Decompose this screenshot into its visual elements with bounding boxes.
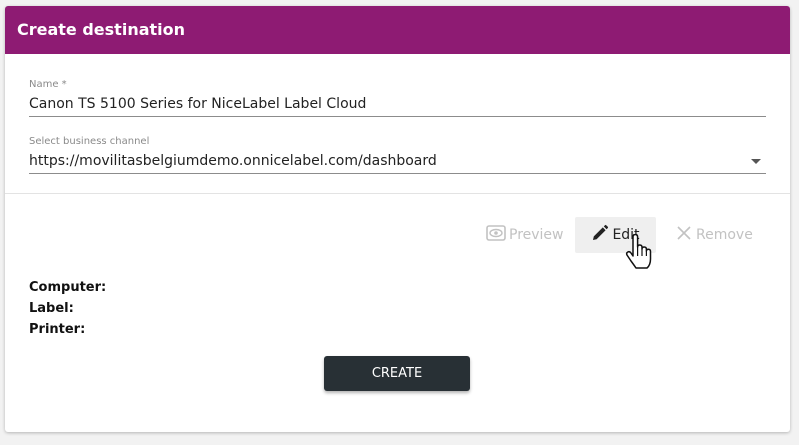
name-field-value[interactable]: Canon TS 5100 Series for NiceLabel Label… xyxy=(29,96,366,112)
computer-label: Computer: xyxy=(29,280,107,295)
label-label: Label: xyxy=(29,301,74,316)
preview-label: Preview xyxy=(509,227,564,243)
business-channel-underline xyxy=(29,173,766,174)
business-channel-label: Select business channel xyxy=(29,136,150,147)
remove-button[interactable]: Remove xyxy=(675,217,753,253)
chevron-down-icon[interactable] xyxy=(751,159,761,164)
name-field-underline xyxy=(29,116,766,117)
printer-label: Printer: xyxy=(29,322,86,337)
close-icon xyxy=(675,224,693,246)
remove-label: Remove xyxy=(696,227,753,243)
eye-icon xyxy=(486,224,506,246)
create-button[interactable]: CREATE xyxy=(324,356,470,391)
business-channel-value[interactable]: https://movilitasbelgiumdemo.onnicelabel… xyxy=(29,153,437,169)
dialog-title: Create destination xyxy=(17,20,186,39)
create-destination-dialog: Create destination Name * Canon TS 5100 … xyxy=(5,6,790,432)
hand-cursor-icon xyxy=(625,233,653,274)
dialog-header: Create destination xyxy=(5,6,790,54)
pencil-icon xyxy=(591,224,609,246)
section-divider xyxy=(5,193,790,194)
name-field-label: Name * xyxy=(29,79,67,90)
preview-button[interactable]: Preview xyxy=(486,217,564,253)
